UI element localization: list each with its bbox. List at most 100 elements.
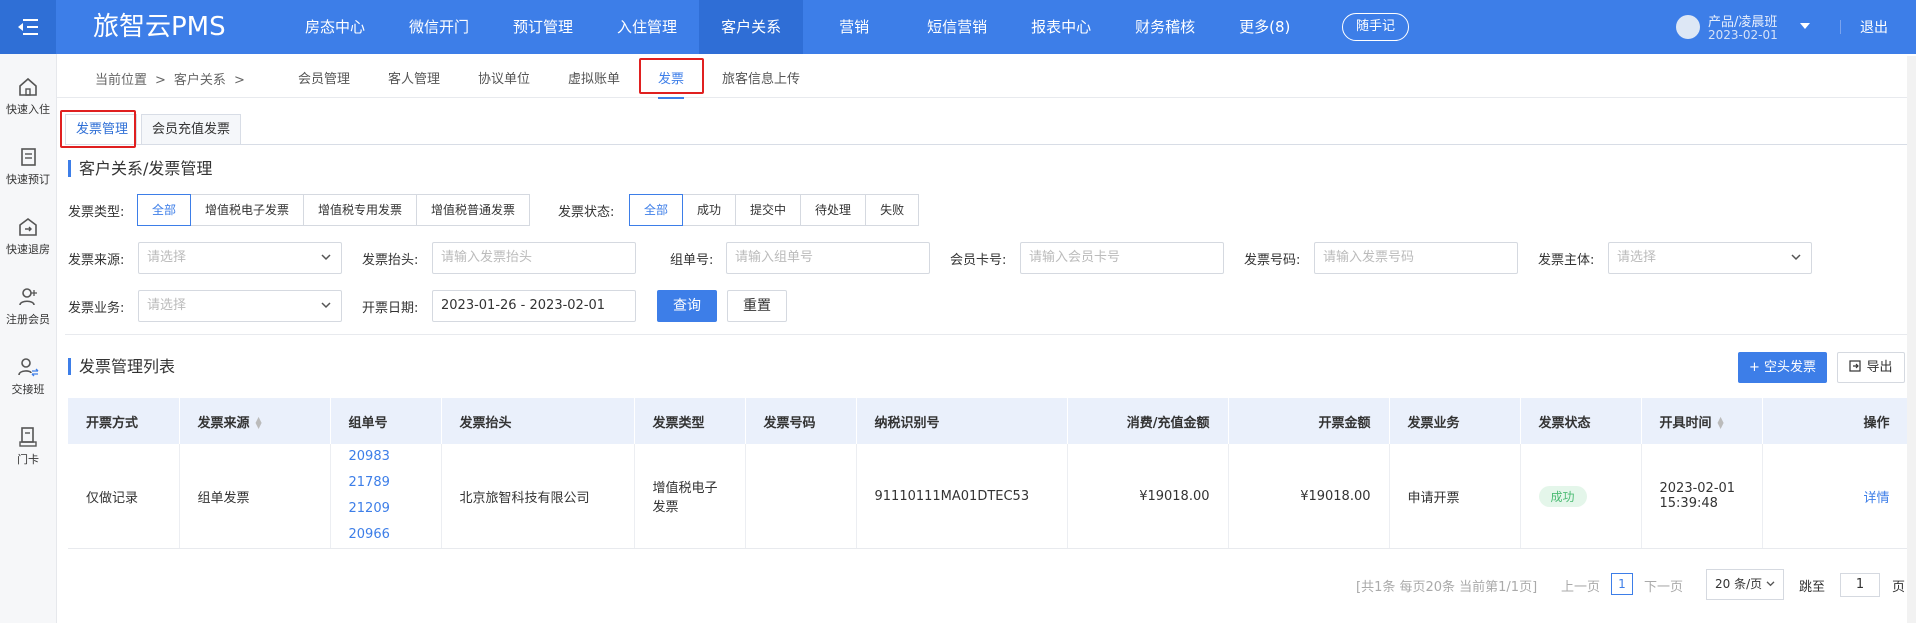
nav-item-room-status[interactable]: 房态中心: [283, 0, 387, 54]
subtab-virtual-bills[interactable]: 虚拟账单: [568, 68, 620, 87]
nav-item-more[interactable]: 更多(8): [1217, 0, 1312, 54]
column-header: 组单号: [330, 398, 442, 444]
breadcrumb: 当前位置 > 客户关系 >: [95, 69, 253, 88]
nav-item-checkin[interactable]: 入住管理: [595, 0, 699, 54]
sort-icon[interactable]: ▲ ▼: [256, 416, 262, 430]
header-input[interactable]: 请输入发票抬头: [432, 242, 636, 274]
subtab-guest-info-upload[interactable]: 旅客信息上传: [722, 68, 800, 87]
invoice-status-failed[interactable]: 失败: [865, 194, 920, 226]
sidebar-item-label: 门卡: [17, 453, 39, 466]
export-label: 导出: [1866, 360, 1893, 375]
order-link[interactable]: 20983: [349, 444, 423, 470]
sidebar-item-label: 交接班: [11, 383, 45, 396]
nav-item-reports[interactable]: 报表中心: [1009, 0, 1113, 54]
nav-item-sms[interactable]: 短信营销: [905, 0, 1009, 54]
add-blank-invoice-button[interactable]: + 空头发票: [1738, 352, 1827, 383]
invoice-status-all[interactable]: 全部: [629, 194, 684, 226]
user-add-icon: [19, 288, 37, 306]
order-link[interactable]: 21209: [349, 496, 423, 522]
sidebar-item-quick-booking[interactable]: 快速预订: [0, 146, 56, 187]
chevron-down-icon[interactable]: [1800, 23, 1810, 29]
chevron-down-icon: [321, 302, 331, 309]
column-header: 开票方式: [68, 398, 180, 444]
tab-member-recharge-invoice[interactable]: 会员充值发票: [141, 114, 241, 145]
invoice-table: 开票方式 发票来源 ▲ ▼ 组单号 发票抬头 发票类型 发票号码 纳税识别号 消费/…: [68, 398, 1909, 549]
sidebar-item-label: 快速入住: [6, 103, 50, 116]
sidebar-item-door-card[interactable]: 门卡: [0, 426, 56, 467]
member-card-label: 会员卡号:: [950, 253, 1007, 268]
member-card-input[interactable]: 请输入会员卡号: [1020, 242, 1224, 274]
query-button[interactable]: 查询: [657, 290, 717, 322]
main-nav: 房态中心 微信开门 预订管理 入住管理 客户关系 营销 短信营销 报表中心 财务…: [283, 0, 1312, 54]
sidebar-item-register-member[interactable]: 注册会员: [0, 286, 56, 327]
divider: [65, 144, 1915, 145]
detail-link[interactable]: 详情: [1863, 491, 1889, 506]
note-button[interactable]: 随手记: [1342, 13, 1410, 41]
page-size-select[interactable]: 20 条/页: [1706, 569, 1784, 600]
logout-link[interactable]: 退出: [1860, 17, 1888, 37]
chevron-down-icon: [1766, 581, 1775, 587]
subject-select[interactable]: 请选择: [1608, 242, 1812, 274]
source-label: 发票来源:: [68, 253, 125, 268]
export-button[interactable]: 导出: [1837, 352, 1905, 383]
invoice-type-segments: 全部 增值税电子发票 增值税专用发票 增值税普通发票: [137, 194, 531, 226]
column-header-time[interactable]: 开具时间 ▲ ▼: [1641, 398, 1763, 444]
page-unit-label: 页: [1892, 580, 1906, 595]
cell-method: 仅做记录: [68, 444, 180, 549]
export-icon: [1849, 360, 1862, 372]
source-select[interactable]: 请选择: [138, 242, 342, 274]
avatar: [1676, 15, 1700, 39]
subtab-agreement-units[interactable]: 协议单位: [478, 68, 530, 87]
breadcrumb-separator: >: [233, 73, 245, 88]
status-badge: 成功: [1538, 485, 1587, 507]
cell-title: 北京旅智科技有限公司: [441, 444, 635, 549]
cell-action: 详情: [1762, 444, 1909, 549]
nav-item-wechat-door[interactable]: 微信开门: [387, 0, 491, 54]
next-page-button[interactable]: 下一页: [1644, 576, 1683, 595]
date-range-input[interactable]: 2023-01-26 - 2023-02-01: [432, 290, 636, 322]
cell-orders: 20983 21789 21209 20966: [330, 444, 442, 549]
cell-number: [745, 444, 857, 549]
business-select[interactable]: 请选择: [138, 290, 342, 322]
source-placeholder: 请选择: [147, 250, 187, 265]
subject-label: 发票主体:: [1538, 253, 1595, 268]
invoice-type-e-vat[interactable]: 增值税电子发票: [190, 194, 305, 226]
subtab-guests[interactable]: 客人管理: [388, 68, 440, 87]
column-header: 操作: [1762, 398, 1909, 444]
nav-item-booking[interactable]: 预订管理: [491, 0, 595, 54]
order-link[interactable]: 21789: [349, 470, 423, 496]
invoice-status-pending[interactable]: 待处理: [800, 194, 867, 226]
invoice-type-label: 发票类型:: [68, 205, 125, 220]
nav-item-finance[interactable]: 财务稽核: [1113, 0, 1217, 54]
invoice-type-normal-vat[interactable]: 增值税普通发票: [416, 194, 531, 226]
sidebar-item-shift-handover[interactable]: 交接班: [0, 356, 56, 397]
cell-source: 组单发票: [179, 444, 331, 549]
sidebar-item-quick-checkout[interactable]: 快速退房: [0, 216, 56, 257]
breadcrumb-label: 当前位置: [95, 73, 148, 88]
chevron-down-icon: [321, 254, 331, 261]
column-header: 发票抬头: [441, 398, 635, 444]
jump-label: 跳至: [1799, 580, 1826, 595]
invoice-status-success[interactable]: 成功: [682, 194, 737, 226]
document-icon: [21, 148, 36, 166]
sort-icon[interactable]: ▲ ▼: [1718, 416, 1724, 430]
breadcrumb-item[interactable]: 客户关系: [174, 73, 226, 88]
reset-button[interactable]: 重置: [727, 290, 787, 322]
order-link[interactable]: 20966: [349, 522, 423, 548]
menu-toggle-icon[interactable]: [0, 0, 56, 54]
nav-item-crm[interactable]: 客户关系: [699, 0, 804, 54]
page-number-button[interactable]: 1: [1611, 573, 1633, 595]
subtab-members[interactable]: 会员管理: [298, 68, 350, 87]
sidebar-item-quick-checkin[interactable]: 快速入住: [0, 76, 56, 117]
cell-tax-id: 91110111MA01DTEC53: [856, 444, 1068, 549]
jump-page-input[interactable]: 1: [1840, 573, 1880, 597]
invoice-type-all[interactable]: 全部: [137, 194, 192, 226]
invoice-no-input[interactable]: 请输入发票号码: [1314, 242, 1518, 274]
invoice-type-special-vat[interactable]: 增值税专用发票: [303, 194, 418, 226]
invoice-status-submitting[interactable]: 提交中: [735, 194, 802, 226]
nav-item-marketing[interactable]: 营销: [803, 0, 905, 54]
column-header-source[interactable]: 发票来源 ▲ ▼: [179, 398, 331, 444]
prev-page-button[interactable]: 上一页: [1561, 576, 1600, 595]
order-no-input[interactable]: 请输入组单号: [726, 242, 930, 274]
vertical-scrollbar[interactable]: [1907, 56, 1916, 623]
